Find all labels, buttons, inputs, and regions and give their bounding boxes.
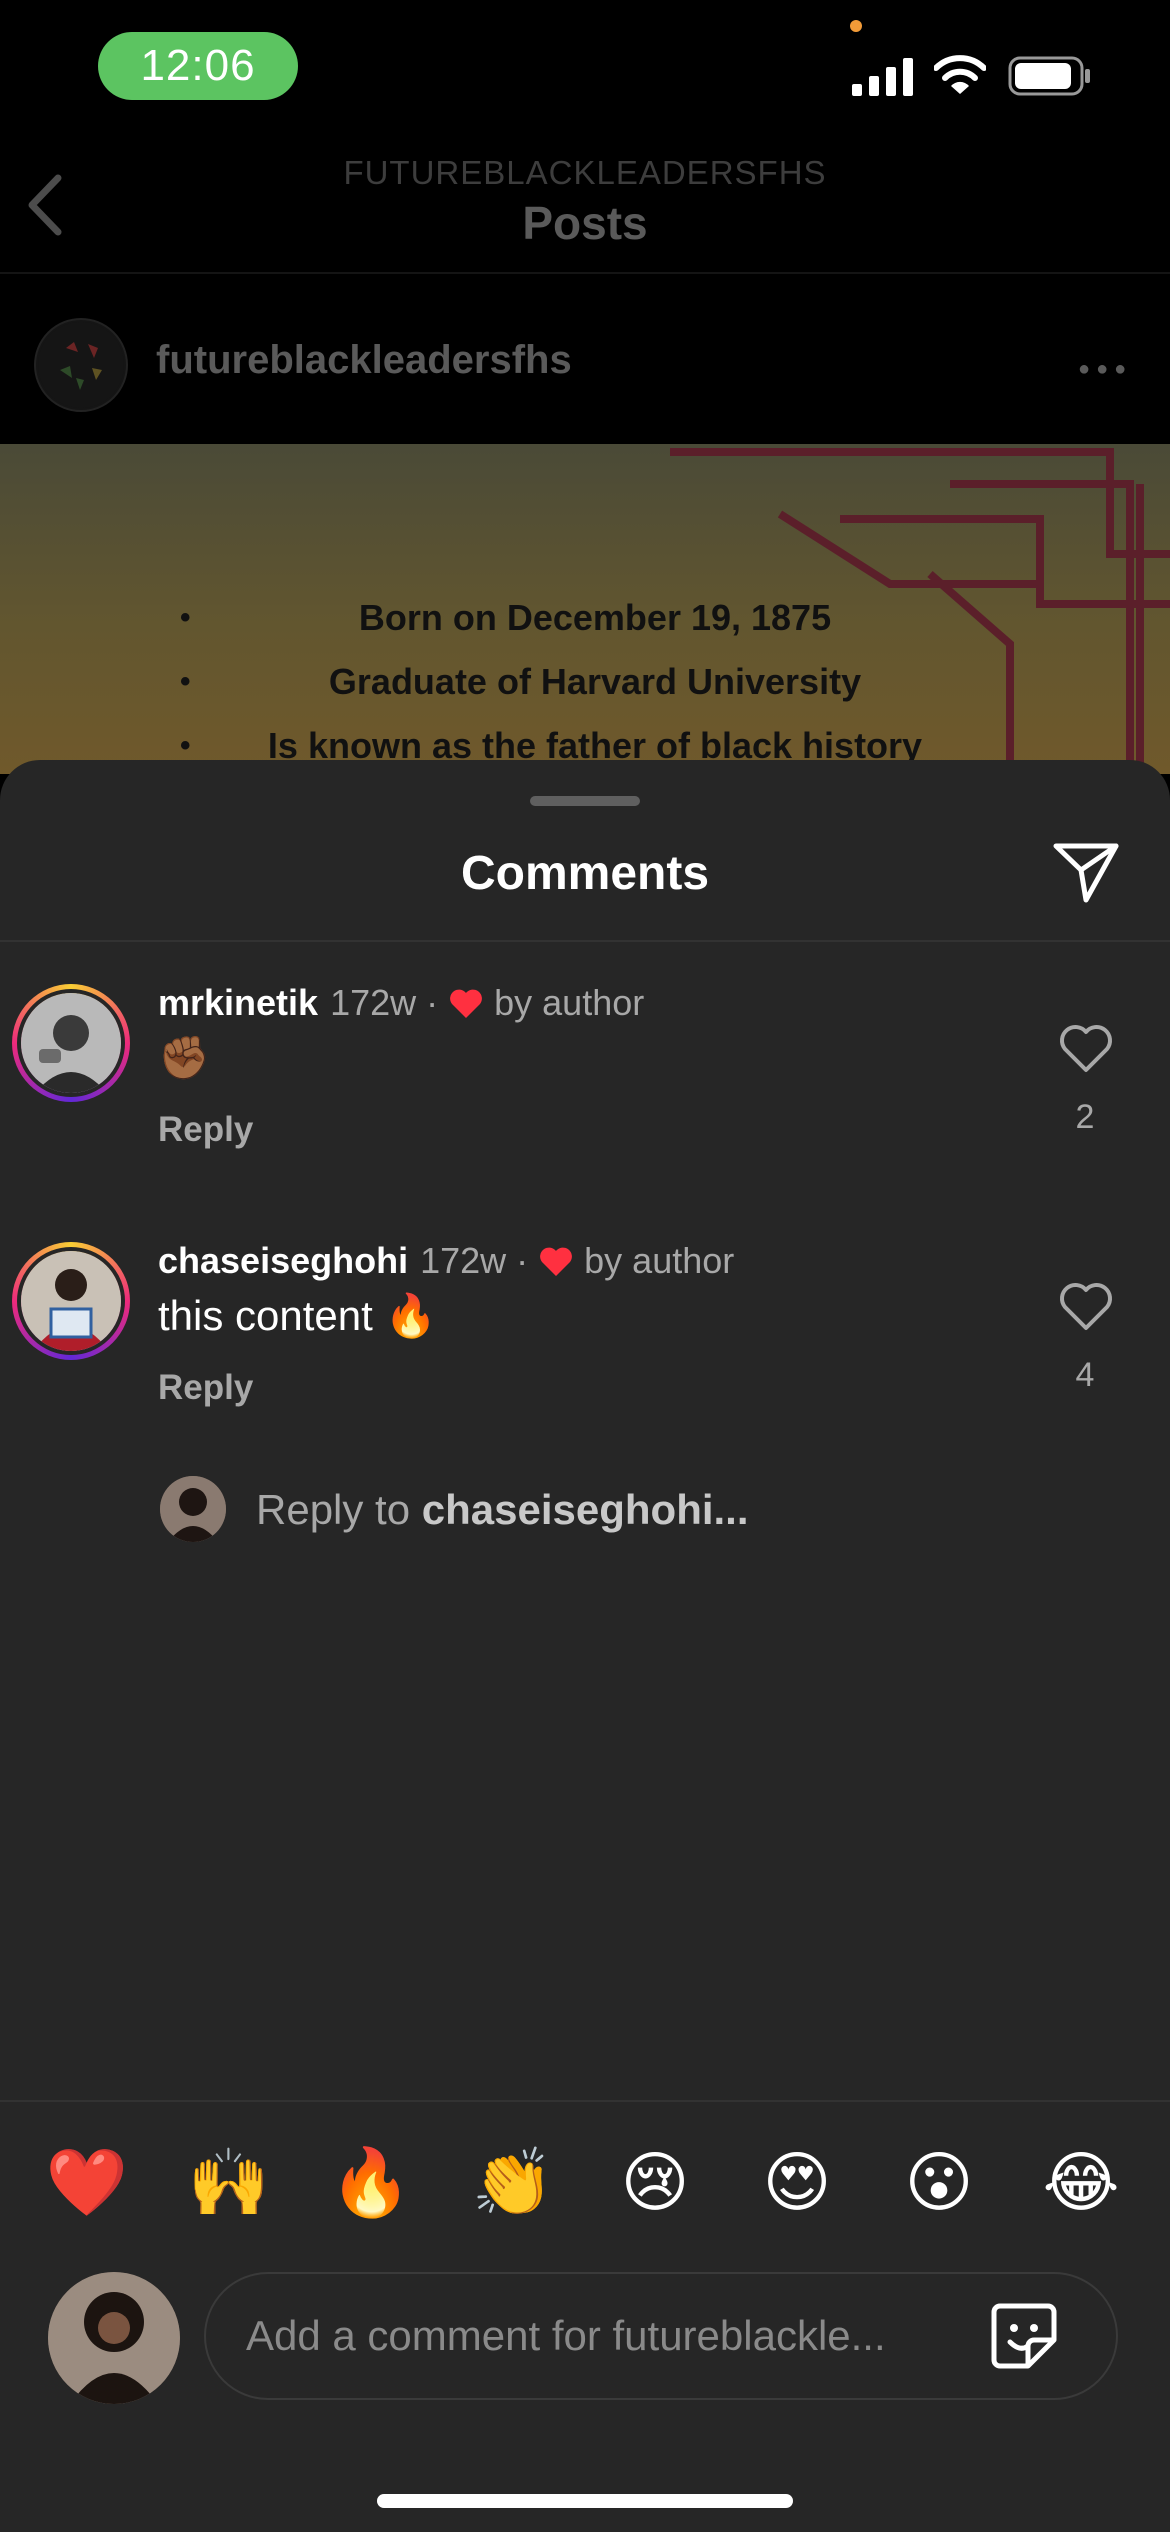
comment-avatar[interactable]	[12, 984, 130, 1102]
cellular-signal-icon	[852, 58, 913, 96]
comment-time: 172w	[420, 1240, 507, 1281]
post-bullet-list: Born on December 19, 1875 Graduate of Ha…	[180, 586, 960, 774]
reply-avatar	[160, 1476, 226, 1542]
reply-to-prompt[interactable]: Reply to chaseiseghohi...	[256, 1486, 749, 1534]
like-count: 4	[1075, 1356, 1095, 1394]
send-icon[interactable]	[1050, 836, 1122, 908]
post-bullet: Born on December 19, 1875	[180, 586, 960, 650]
sticker-icon[interactable]	[988, 2300, 1060, 2372]
emoji-laughing[interactable]: 😂	[1036, 2138, 1126, 2228]
post-bullet: Graduate of Harvard University	[180, 650, 960, 714]
emoji-surprised[interactable]: 😮	[894, 2138, 984, 2228]
emoji-fire[interactable]: 🔥	[326, 2138, 416, 2228]
reply-button[interactable]: Reply	[158, 1368, 253, 1408]
emoji-heart[interactable]: ❤️	[42, 2138, 132, 2228]
post-avatar[interactable]	[34, 318, 128, 412]
heart-filled-icon	[450, 989, 483, 1018]
emoji-heart-eyes[interactable]: 😍	[752, 2138, 842, 2228]
more-options-icon[interactable]: ●●●	[1078, 358, 1132, 381]
wifi-icon	[934, 55, 986, 94]
comments-sheet: Comments mrkinetik 172w · by author ✊🏾 R…	[0, 760, 1170, 2532]
emoji-crying[interactable]: 😢	[610, 2138, 700, 2228]
heart-filled-icon	[540, 1247, 573, 1276]
post-username[interactable]: futureblackleadersfhs	[156, 338, 572, 383]
comment-username[interactable]: mrkinetik	[158, 982, 318, 1024]
comment-header: mrkinetik 172w · by author	[158, 982, 644, 1024]
status-time: 12:06	[98, 32, 298, 100]
sheet-grabber[interactable]	[530, 796, 640, 806]
comment-separator: ·	[426, 982, 439, 1023]
post-image: Born on December 19, 1875 Graduate of Ha…	[0, 444, 1170, 774]
current-user-avatar	[48, 2272, 180, 2404]
home-indicator[interactable]	[377, 2494, 793, 2508]
comment-time: 172w	[330, 982, 417, 1023]
comment-username[interactable]: chaseiseghohi	[158, 1240, 408, 1282]
sheet-title: Comments	[460, 847, 710, 900]
sheet-divider	[0, 940, 1170, 942]
emoji-bar-divider	[0, 2100, 1170, 2102]
like-count: 2	[1075, 1098, 1095, 1136]
header-divider	[0, 272, 1170, 274]
comment-input-placeholder: Add a comment for futureblackle...	[246, 2312, 886, 2359]
comment-header: chaseiseghohi 172w · by author	[158, 1240, 734, 1282]
battery-icon	[1008, 56, 1090, 96]
reply-to-label: Reply to	[256, 1486, 411, 1533]
like-heart-icon[interactable]	[1058, 1022, 1114, 1074]
comment-text: ✊🏾	[158, 1034, 211, 1081]
reply-to-username: chaseiseghohi...	[421, 1486, 749, 1533]
account-name-header: FUTUREBLACKLEADERSFHS	[343, 154, 827, 191]
page-title: Posts	[522, 197, 648, 249]
emoji-clapping[interactable]: 👏	[468, 2138, 558, 2228]
reply-button[interactable]: Reply	[158, 1110, 253, 1150]
comment-separator: ·	[516, 1240, 529, 1281]
comment-avatar[interactable]	[12, 1242, 130, 1360]
privacy-indicator-dot	[850, 20, 862, 32]
liked-by-author-label: by author	[494, 982, 645, 1023]
comment-input[interactable]: Add a comment for futureblackle...	[204, 2272, 1118, 2400]
liked-by-author-label: by author	[584, 1240, 735, 1281]
like-heart-icon[interactable]	[1058, 1280, 1114, 1332]
comment-text: this content 🔥	[158, 1292, 437, 1339]
emoji-raised-hands[interactable]: 🙌	[184, 2138, 274, 2228]
